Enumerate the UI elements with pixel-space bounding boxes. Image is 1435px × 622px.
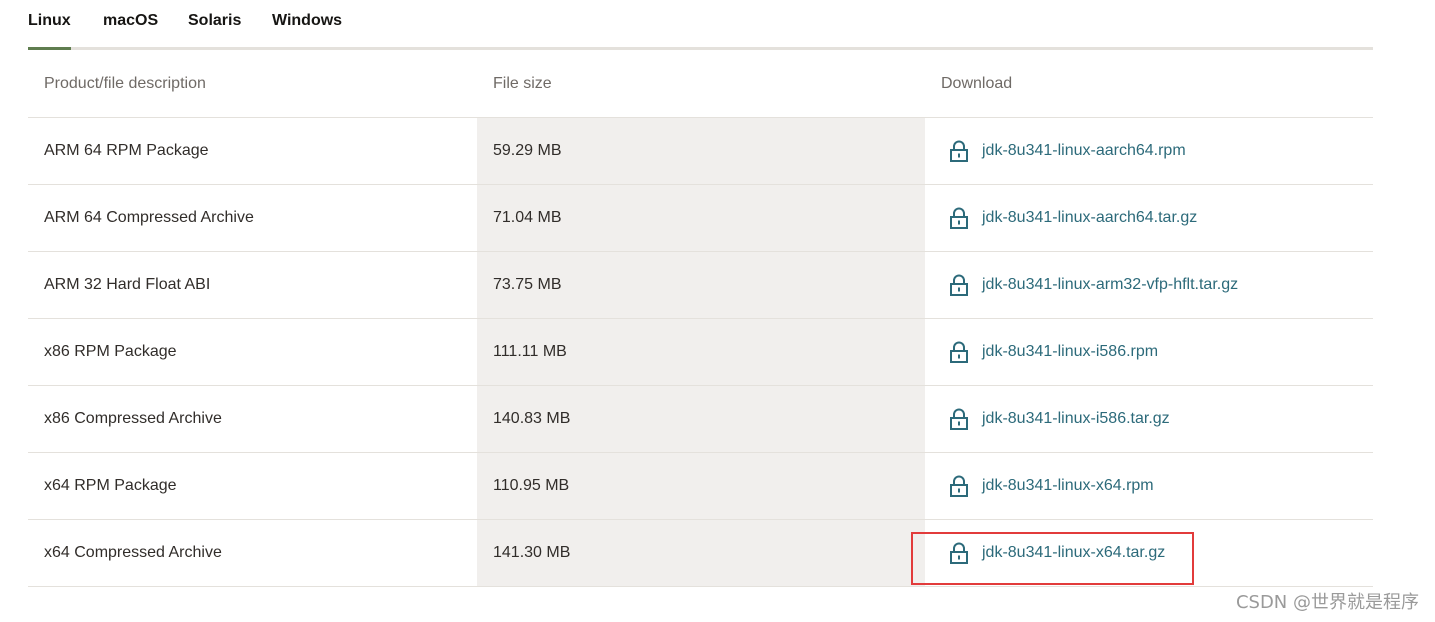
row-file-size: 71.04 MB <box>477 185 925 251</box>
row-file-size: 141.30 MB <box>477 520 925 586</box>
row-file-size: 111.11 MB <box>477 319 925 385</box>
download-link[interactable]: jdk-8u341-linux-arm32-vfp-hflt.tar.gz <box>941 274 1238 296</box>
tab-solaris[interactable]: Solaris <box>188 12 241 30</box>
download-filename: jdk-8u341-linux-i586.tar.gz <box>982 410 1170 427</box>
os-tabs: Linux macOS Solaris Windows <box>28 0 1373 50</box>
row-download-cell: jdk-8u341-linux-i586.tar.gz <box>925 386 1373 452</box>
download-filename: jdk-8u341-linux-aarch64.rpm <box>982 142 1186 159</box>
watermark: CSDN @世界就是程序 <box>1235 592 1419 613</box>
tab-windows[interactable]: Windows <box>272 12 342 30</box>
download-filename: jdk-8u341-linux-i586.rpm <box>982 343 1159 360</box>
row-description: ARM 64 RPM Package <box>44 142 209 159</box>
row-description: x86 Compressed Archive <box>44 410 222 427</box>
download-link[interactable]: jdk-8u341-linux-aarch64.rpm <box>941 140 1186 162</box>
header-description: Product/file description <box>44 74 206 92</box>
lock-icon <box>950 475 968 497</box>
row-download-cell: jdk-8u341-linux-i586.rpm <box>925 319 1373 385</box>
table-row: x64 RPM Package 110.95 MB jdk-8u341-linu… <box>28 453 1373 520</box>
lock-icon <box>950 341 968 363</box>
tab-macos[interactable]: macOS <box>103 12 158 30</box>
table-row: x86 Compressed Archive 140.83 MB jdk-8u3… <box>28 386 1373 453</box>
table-row: x64 Compressed Archive 141.30 MB jdk-8u3… <box>28 520 1373 587</box>
table-row: ARM 32 Hard Float ABI 73.75 MB jdk-8u341… <box>28 252 1373 319</box>
header-file-size: File size <box>493 74 552 92</box>
row-file-size: 73.75 MB <box>477 252 925 318</box>
download-filename: jdk-8u341-linux-aarch64.tar.gz <box>982 209 1198 226</box>
tab-linux[interactable]: Linux <box>28 12 71 50</box>
row-download-cell: jdk-8u341-linux-arm32-vfp-hflt.tar.gz <box>925 252 1373 318</box>
download-filename: jdk-8u341-linux-x64.tar.gz <box>982 544 1166 561</box>
row-file-size: 140.83 MB <box>477 386 925 452</box>
row-file-size: 110.95 MB <box>477 453 925 519</box>
row-description: ARM 64 Compressed Archive <box>44 209 254 226</box>
row-file-size: 59.29 MB <box>477 118 925 184</box>
row-description: x86 RPM Package <box>44 343 177 360</box>
table-header-row: Product/file description File size Downl… <box>28 50 1373 118</box>
row-download-cell: jdk-8u341-linux-aarch64.rpm <box>925 118 1373 184</box>
download-link[interactable]: jdk-8u341-linux-x64.tar.gz <box>941 542 1165 564</box>
row-download-cell: jdk-8u341-linux-aarch64.tar.gz <box>925 185 1373 251</box>
table-row: x86 RPM Package 111.11 MB jdk-8u341-linu… <box>28 319 1373 386</box>
table-row: ARM 64 Compressed Archive 71.04 MB jdk-8… <box>28 185 1373 252</box>
row-download-cell: jdk-8u341-linux-x64.tar.gz <box>925 520 1373 586</box>
header-download: Download <box>941 74 1013 92</box>
table-row: ARM 64 RPM Package 59.29 MB jdk-8u341-li… <box>28 118 1373 185</box>
row-description: x64 Compressed Archive <box>44 544 222 561</box>
lock-icon <box>950 140 968 162</box>
lock-icon <box>950 207 968 229</box>
download-link[interactable]: jdk-8u341-linux-i586.tar.gz <box>941 408 1170 430</box>
lock-icon <box>950 274 968 296</box>
download-link[interactable]: jdk-8u341-linux-aarch64.tar.gz <box>941 207 1197 229</box>
downloads-table: Product/file description File size Downl… <box>28 50 1373 587</box>
page: Linux macOS Solaris Windows Product/file… <box>0 0 1435 622</box>
lock-icon <box>950 408 968 430</box>
row-download-cell: jdk-8u341-linux-x64.rpm <box>925 453 1373 519</box>
row-description: ARM 32 Hard Float ABI <box>44 276 211 293</box>
download-link[interactable]: jdk-8u341-linux-x64.rpm <box>941 475 1154 497</box>
row-description: x64 RPM Package <box>44 477 177 494</box>
download-filename: jdk-8u341-linux-x64.rpm <box>982 477 1154 494</box>
lock-icon <box>950 542 968 564</box>
download-link[interactable]: jdk-8u341-linux-i586.rpm <box>941 341 1158 363</box>
download-filename: jdk-8u341-linux-arm32-vfp-hflt.tar.gz <box>982 276 1239 293</box>
